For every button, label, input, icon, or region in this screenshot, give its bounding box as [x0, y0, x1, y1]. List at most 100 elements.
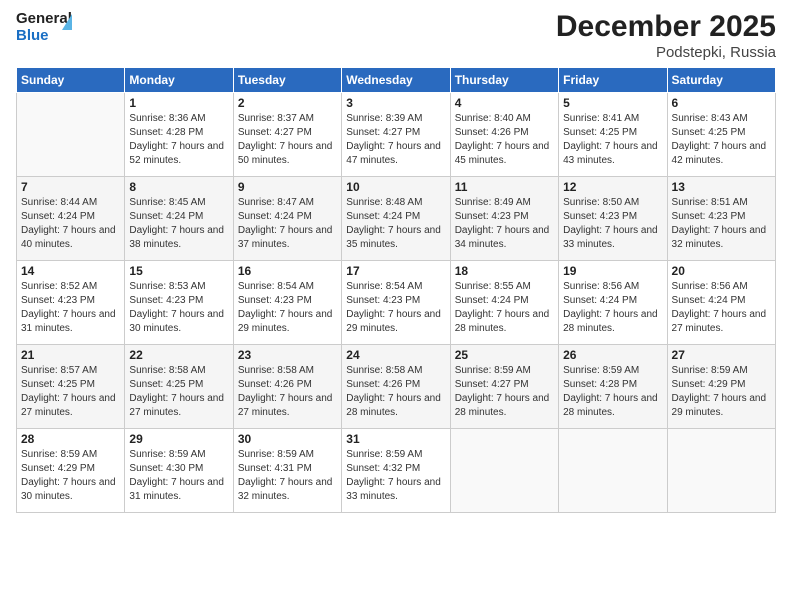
title-block: December 2025 Podstepki, Russia — [556, 10, 776, 61]
table-row: 16Sunrise: 8:54 AMSunset: 4:23 PMDayligh… — [233, 261, 341, 345]
calendar-week-row: 21 Sunrise: 8:57 AMSunset: 4:25 PMDayligh… — [17, 345, 776, 429]
table-row: 12 Sunrise: 8:50 AMSunset: 4:23 PMDayligh… — [559, 177, 667, 261]
day-number: 8 — [129, 180, 228, 194]
table-row: 10 Sunrise: 8:48 AMSunset: 4:24 PMDayligh… — [342, 177, 450, 261]
day-number: 12 — [563, 180, 662, 194]
day-number: 3 — [346, 96, 445, 110]
location: Podstepki, Russia — [556, 44, 776, 61]
cell-info: Sunrise: 8:59 AMSunset: 4:28 PMDaylight:… — [563, 364, 662, 420]
table-row: 18 Sunrise: 8:55 AMSunset: 4:24 PMDayligh… — [450, 261, 558, 345]
cell-info: Sunrise: 8:56 AMSunset: 4:24 PMDaylight:… — [563, 280, 662, 336]
day-number: 11 — [455, 180, 554, 194]
col-wednesday: Wednesday — [342, 68, 450, 93]
cell-info: Sunrise: 8:43 AMSunset: 4:25 PMDaylight:… — [672, 112, 771, 168]
day-number: 18 — [455, 264, 554, 278]
cell-info: Sunrise: 8:45 AMSunset: 4:24 PMDaylight:… — [129, 196, 228, 252]
table-row: 17 Sunrise: 8:54 AMSunset: 4:23 PMDayligh… — [342, 261, 450, 345]
table-row: 9 Sunrise: 8:47 AMSunset: 4:24 PMDaylight… — [233, 177, 341, 261]
day-number: 21 — [21, 348, 120, 362]
cell-info: Sunrise: 8:57 AMSunset: 4:25 PMDaylight:… — [21, 364, 120, 420]
table-row: 14Sunrise: 8:52 AMSunset: 4:23 PMDayligh… — [17, 261, 125, 345]
table-row: 28 Sunrise: 8:59 AMSunset: 4:29 PMDayligh… — [17, 429, 125, 513]
calendar-week-row: 7 Sunrise: 8:44 AMSunset: 4:24 PMDaylight… — [17, 177, 776, 261]
day-number: 31 — [346, 432, 445, 446]
cell-info: Sunrise: 8:58 AMSunset: 4:26 PMDaylight:… — [346, 364, 445, 420]
table-row — [17, 93, 125, 177]
col-tuesday: Tuesday — [233, 68, 341, 93]
day-number: 4 — [455, 96, 554, 110]
day-number: 5 — [563, 96, 662, 110]
logo-blue: Blue — [16, 27, 49, 44]
table-row: 8 Sunrise: 8:45 AMSunset: 4:24 PMDaylight… — [125, 177, 233, 261]
table-row: 29 Sunrise: 8:59 AMSunset: 4:30 PMDayligh… — [125, 429, 233, 513]
day-number: 15 — [129, 264, 228, 278]
day-number: 13 — [672, 180, 771, 194]
cell-info: Sunrise: 8:37 AMSunset: 4:27 PMDaylight:… — [238, 112, 337, 168]
table-row: 15Sunrise: 8:53 AMSunset: 4:23 PMDayligh… — [125, 261, 233, 345]
cell-info: Sunrise: 8:59 AMSunset: 4:29 PMDaylight:… — [21, 448, 120, 504]
table-row: 1Sunrise: 8:36 AMSunset: 4:28 PMDaylight… — [125, 93, 233, 177]
cell-info: Sunrise: 8:58 AMSunset: 4:26 PMDaylight:… — [238, 364, 337, 420]
cell-info: Sunrise: 8:54 AMSunset: 4:23 PMDaylight:… — [238, 280, 337, 336]
day-number: 6 — [672, 96, 771, 110]
table-row — [450, 429, 558, 513]
cell-info: Sunrise: 8:59 AMSunset: 4:27 PMDaylight:… — [455, 364, 554, 420]
calendar-week-row: 1Sunrise: 8:36 AMSunset: 4:28 PMDaylight… — [17, 93, 776, 177]
cell-info: Sunrise: 8:41 AMSunset: 4:25 PMDaylight:… — [563, 112, 662, 168]
day-number: 20 — [672, 264, 771, 278]
table-row: 13Sunrise: 8:51 AMSunset: 4:23 PMDayligh… — [667, 177, 775, 261]
day-number: 26 — [563, 348, 662, 362]
table-row: 6 Sunrise: 8:43 AMSunset: 4:25 PMDaylight… — [667, 93, 775, 177]
cell-info: Sunrise: 8:59 AMSunset: 4:30 PMDaylight:… — [129, 448, 228, 504]
table-row: 7 Sunrise: 8:44 AMSunset: 4:24 PMDaylight… — [17, 177, 125, 261]
page-container: General Blue December 2025 Podstepki, Ru… — [0, 0, 792, 523]
col-saturday: Saturday — [667, 68, 775, 93]
day-number: 19 — [563, 264, 662, 278]
day-number: 22 — [129, 348, 228, 362]
table-row: 31 Sunrise: 8:59 AMSunset: 4:32 PMDayligh… — [342, 429, 450, 513]
cell-info: Sunrise: 8:47 AMSunset: 4:24 PMDaylight:… — [238, 196, 337, 252]
table-row: 24Sunrise: 8:58 AMSunset: 4:26 PMDayligh… — [342, 345, 450, 429]
day-number: 7 — [21, 180, 120, 194]
cell-info: Sunrise: 8:58 AMSunset: 4:25 PMDaylight:… — [129, 364, 228, 420]
cell-info: Sunrise: 8:55 AMSunset: 4:24 PMDaylight:… — [455, 280, 554, 336]
table-row: 27 Sunrise: 8:59 AMSunset: 4:29 PMDayligh… — [667, 345, 775, 429]
day-number: 9 — [238, 180, 337, 194]
logo: General Blue — [16, 10, 84, 54]
table-row: 19 Sunrise: 8:56 AMSunset: 4:24 PMDayligh… — [559, 261, 667, 345]
table-row: 21 Sunrise: 8:57 AMSunset: 4:25 PMDayligh… — [17, 345, 125, 429]
table-row: 23 Sunrise: 8:58 AMSunset: 4:26 PMDayligh… — [233, 345, 341, 429]
table-row: 5 Sunrise: 8:41 AMSunset: 4:25 PMDaylight… — [559, 93, 667, 177]
day-number: 30 — [238, 432, 337, 446]
table-row: 2Sunrise: 8:37 AMSunset: 4:27 PMDaylight… — [233, 93, 341, 177]
cell-info: Sunrise: 8:59 AMSunset: 4:32 PMDaylight:… — [346, 448, 445, 504]
calendar-week-row: 28 Sunrise: 8:59 AMSunset: 4:29 PMDayligh… — [17, 429, 776, 513]
day-number: 27 — [672, 348, 771, 362]
table-row: 11 Sunrise: 8:49 AMSunset: 4:23 PMDayligh… — [450, 177, 558, 261]
day-number: 28 — [21, 432, 120, 446]
day-number: 29 — [129, 432, 228, 446]
cell-info: Sunrise: 8:54 AMSunset: 4:23 PMDaylight:… — [346, 280, 445, 336]
table-row — [559, 429, 667, 513]
col-friday: Friday — [559, 68, 667, 93]
cell-info: Sunrise: 8:48 AMSunset: 4:24 PMDaylight:… — [346, 196, 445, 252]
day-number: 17 — [346, 264, 445, 278]
col-thursday: Thursday — [450, 68, 558, 93]
col-monday: Monday — [125, 68, 233, 93]
table-row: 4 Sunrise: 8:40 AMSunset: 4:26 PMDaylight… — [450, 93, 558, 177]
cell-info: Sunrise: 8:40 AMSunset: 4:26 PMDaylight:… — [455, 112, 554, 168]
table-row: 26 Sunrise: 8:59 AMSunset: 4:28 PMDayligh… — [559, 345, 667, 429]
cell-info: Sunrise: 8:50 AMSunset: 4:23 PMDaylight:… — [563, 196, 662, 252]
table-row: 3Sunrise: 8:39 AMSunset: 4:27 PMDaylight… — [342, 93, 450, 177]
day-number: 14 — [21, 264, 120, 278]
day-number: 10 — [346, 180, 445, 194]
day-number: 1 — [129, 96, 228, 110]
month-title: December 2025 — [556, 10, 776, 44]
cell-info: Sunrise: 8:59 AMSunset: 4:29 PMDaylight:… — [672, 364, 771, 420]
cell-info: Sunrise: 8:49 AMSunset: 4:23 PMDaylight:… — [455, 196, 554, 252]
day-number: 23 — [238, 348, 337, 362]
table-row: 30Sunrise: 8:59 AMSunset: 4:31 PMDayligh… — [233, 429, 341, 513]
table-row: 22 Sunrise: 8:58 AMSunset: 4:25 PMDayligh… — [125, 345, 233, 429]
cell-info: Sunrise: 8:44 AMSunset: 4:24 PMDaylight:… — [21, 196, 120, 252]
day-number: 25 — [455, 348, 554, 362]
